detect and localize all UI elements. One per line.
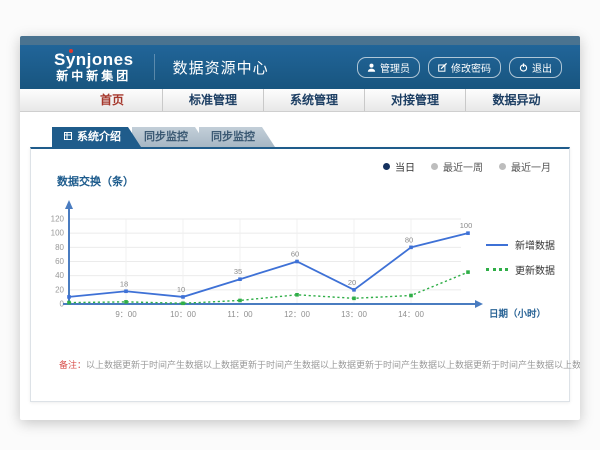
svg-text:60: 60	[55, 257, 64, 266]
change-password-button[interactable]: 修改密码	[428, 57, 501, 78]
grid-doc-icon	[64, 127, 72, 147]
svg-text:9：00: 9：00	[115, 310, 137, 319]
radio-today-label: 当日	[395, 159, 415, 174]
change-password-label: 修改密码	[451, 60, 491, 75]
admin-user-label: 管理员	[380, 60, 410, 75]
admin-user-button[interactable]: 管理员	[357, 57, 420, 78]
svg-text:100: 100	[460, 221, 473, 230]
radio-dot-icon	[431, 163, 438, 170]
app-window: Synjones 新中新集团 数据资源中心 管理员 修改密码	[20, 36, 580, 420]
logout-button[interactable]: 退出	[509, 57, 562, 78]
radio-last-month[interactable]: 最近一月	[499, 159, 551, 174]
svg-text:10：00: 10：00	[170, 310, 196, 319]
edit-icon	[438, 63, 447, 72]
app-header: Synjones 新中新集团 数据资源中心 管理员 修改密码	[20, 45, 580, 89]
svg-text:14：00: 14：00	[398, 310, 424, 319]
svg-text:120: 120	[51, 215, 65, 224]
nav-item-integration-mgmt[interactable]: 对接管理	[365, 89, 466, 111]
legend-update-data-label: 更新数据	[515, 262, 555, 277]
logo: Synjones 新中新集团	[54, 51, 134, 83]
legend-line-dotted-icon	[486, 268, 508, 271]
nav-item-data-changes[interactable]: 数据异动	[466, 89, 567, 111]
tab-sync-monitor-2[interactable]: 同步监控	[199, 127, 275, 147]
chart-legend: 新增数据 更新数据	[486, 237, 555, 277]
user-icon	[367, 63, 376, 72]
tab-sync-monitor-1-label: 同步监控	[144, 127, 188, 147]
page-title: 数据资源中心	[173, 57, 269, 78]
svg-text:20: 20	[55, 285, 64, 294]
svg-text:100: 100	[51, 229, 65, 238]
header-divider	[154, 54, 155, 80]
radio-dot-icon	[499, 163, 506, 170]
svg-text:80: 80	[55, 243, 64, 252]
nav-item-standard-mgmt[interactable]: 标准管理	[163, 89, 264, 111]
line-chart: 0204060801001209：0010：0011：0012：0013：001…	[47, 186, 557, 336]
footer-note-text: 以上数据更新于时间产生数据以上数据更新于时间产生数据以上数据更新于时间产生数据以…	[86, 360, 580, 370]
time-range-filter: 当日 最近一周 最近一月	[383, 159, 551, 174]
svg-text:18: 18	[120, 279, 128, 288]
company-name: 新中新集团	[54, 70, 134, 83]
svg-text:日期（小时）: 日期（小时）	[489, 308, 546, 320]
nav-item-system-mgmt[interactable]: 系统管理	[264, 89, 365, 111]
footer-note: 备注：以上数据更新于时间产生数据以上数据更新于时间产生数据以上数据更新于时间产生…	[59, 358, 580, 371]
legend-new-data-label: 新增数据	[515, 237, 555, 252]
main-nav: 首页 标准管理 系统管理 对接管理 数据异动	[20, 89, 580, 112]
logout-label: 退出	[532, 60, 552, 75]
svg-text:11：00: 11：00	[227, 310, 253, 319]
svg-text:40: 40	[55, 271, 64, 280]
tab-sync-monitor-1[interactable]: 同步监控	[132, 127, 208, 147]
svg-text:13：00: 13：00	[341, 310, 367, 319]
radio-dot-icon	[383, 163, 390, 170]
legend-line-solid-icon	[486, 244, 508, 246]
tab-sync-monitor-2-label: 同步监控	[211, 127, 255, 147]
radio-last-week-label: 最近一周	[443, 159, 483, 174]
footer-note-prefix: 备注：	[59, 360, 86, 370]
chart-panel: 当日 最近一周 最近一月 数据交换（条） 0204060801001209：00…	[30, 147, 570, 402]
radio-last-week[interactable]: 最近一周	[431, 159, 483, 174]
tab-system-intro-label: 系统介绍	[77, 127, 121, 147]
nav-item-home[interactable]: 首页	[62, 89, 163, 111]
radio-today[interactable]: 当日	[383, 159, 415, 174]
radio-last-month-label: 最近一月	[511, 159, 551, 174]
svg-text:20: 20	[348, 278, 356, 287]
legend-item-new-data[interactable]: 新增数据	[486, 237, 555, 252]
tab-system-intro[interactable]: 系统介绍	[52, 127, 141, 147]
header-top-strip	[20, 36, 580, 45]
svg-text:12：00: 12：00	[284, 310, 310, 319]
svg-text:80: 80	[405, 235, 413, 244]
svg-text:10: 10	[177, 285, 185, 294]
header-actions: 管理员 修改密码 退出	[357, 45, 562, 89]
svg-text:35: 35	[234, 267, 242, 276]
power-icon	[519, 63, 528, 72]
brand-name: Synjones	[54, 51, 134, 70]
legend-item-update-data[interactable]: 更新数据	[486, 262, 555, 277]
svg-text:60: 60	[291, 250, 299, 259]
tab-bar: 系统介绍 同步监控 同步监控	[52, 127, 266, 147]
